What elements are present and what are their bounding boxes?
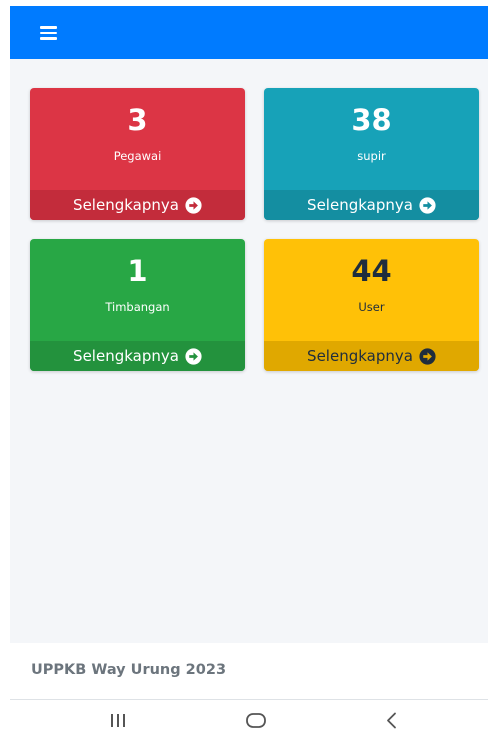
footer-brand-text: UPPKB Way Urung 2023 [31,662,227,678]
info-box-user: 44 User Selengkapnya [264,239,479,371]
more-link-text: Selengkapnya [73,196,179,214]
phone-screen: 3 Pegawai Selengkapnya 38 supir Selengka… [0,0,488,739]
top-navbar [10,6,488,59]
more-link-text: Selengkapnya [73,347,179,365]
main-footer: UPPKB Way Urung 2023 [10,643,488,700]
pegawai-label: Pegawai [113,149,162,163]
timbangan-label: Timbangan [105,300,170,314]
home-circle-icon[interactable] [244,710,268,730]
pegawai-more-link[interactable]: Selengkapnya [30,190,245,220]
supir-more-link[interactable]: Selengkapnya [264,190,479,220]
info-box-pegawai: 3 Pegawai Selengkapnya [30,88,245,220]
arrow-circle-right-icon [419,196,436,214]
supir-label: supir [357,149,386,163]
hamburger-menu-icon[interactable] [40,26,57,40]
more-link-text: Selengkapnya [307,347,413,365]
android-nav-bar [0,700,488,739]
info-box-timbangan: 1 Timbangan Selengkapnya [30,239,245,371]
more-link-text: Selengkapnya [307,196,413,214]
recent-apps-icon[interactable] [106,710,130,730]
user-label: User [358,300,385,314]
user-count: 44 [351,254,392,288]
back-chevron-icon[interactable] [380,710,404,730]
arrow-circle-right-icon [185,196,202,214]
supir-count: 38 [351,103,392,137]
pegawai-count: 3 [127,103,148,137]
user-more-link[interactable]: Selengkapnya [264,341,479,371]
timbangan-count: 1 [127,254,148,288]
info-box-supir: 38 supir Selengkapnya [264,88,479,220]
timbangan-more-link[interactable]: Selengkapnya [30,341,245,371]
arrow-circle-right-icon [419,347,436,365]
arrow-circle-right-icon [185,347,202,365]
dashboard-content: 3 Pegawai Selengkapnya 38 supir Selengka… [10,6,488,643]
